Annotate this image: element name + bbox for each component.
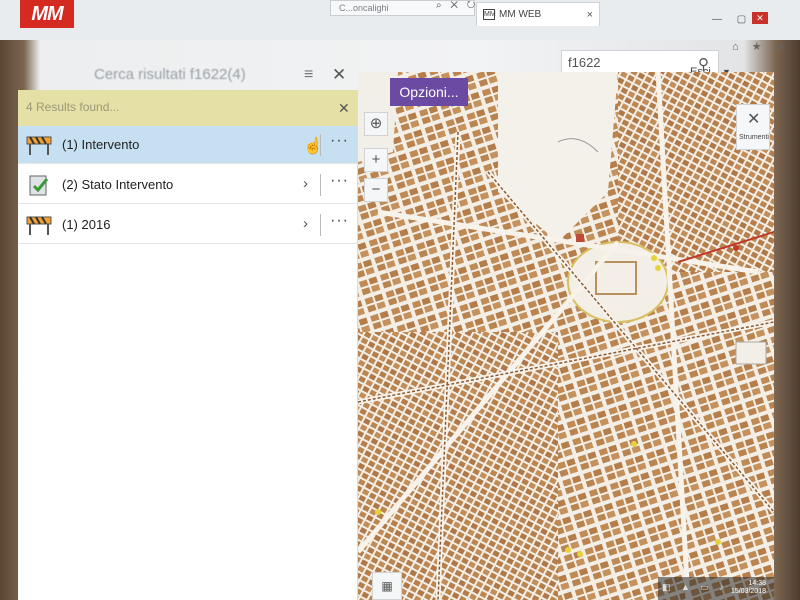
chevron-right-icon[interactable]: › bbox=[303, 175, 308, 192]
zoom-out-button[interactable]: − bbox=[364, 178, 388, 202]
divider bbox=[320, 134, 321, 156]
city-map[interactable] bbox=[358, 72, 774, 600]
window-close-icon[interactable]: ✕ bbox=[752, 12, 768, 24]
result-row-2016[interactable]: (1) 2016 › ··· bbox=[18, 206, 358, 244]
tools-label: Strumenti bbox=[739, 134, 769, 141]
options-button[interactable]: Opzioni... bbox=[390, 78, 468, 106]
locate-icon[interactable]: ⊕ bbox=[364, 112, 388, 136]
clipboard-check-icon bbox=[29, 175, 49, 196]
results-count-bar: 4 Results found... bbox=[18, 90, 358, 126]
refresh-icon[interactable]: ⌕ ✕ ↻ bbox=[436, 0, 478, 11]
divider bbox=[320, 214, 321, 236]
layers-icon[interactable]: ▦ bbox=[372, 572, 402, 600]
chevron-right-icon[interactable]: › bbox=[303, 215, 308, 232]
zoom-in-button[interactable]: + bbox=[364, 148, 388, 172]
taskbar-time: 14:38 bbox=[748, 580, 766, 587]
mm-logo: MM bbox=[20, 0, 74, 28]
windows-taskbar: ◧ ▲ ▭ ♪ 14:38 15/03/2018 bbox=[658, 577, 774, 600]
window-controls[interactable]: — ▢ bbox=[712, 14, 752, 25]
screen: MM C...oncalighi ⌕ ✕ ↻ MM MM WEB × — ▢ ✕… bbox=[0, 0, 800, 600]
result-row-stato-intervento[interactable]: (2) Stato Intervento › ··· bbox=[18, 166, 358, 204]
result-label: (1) Intervento bbox=[62, 137, 140, 152]
result-label: (1) 2016 bbox=[62, 217, 111, 232]
more-options-icon[interactable]: ··· bbox=[330, 132, 349, 150]
result-row-intervento[interactable]: (1) Intervento ☝ ··· bbox=[18, 126, 358, 164]
panel-title: Cerca risultati f1622(4) bbox=[94, 66, 246, 83]
barrier-icon bbox=[26, 216, 52, 235]
close-results-icon[interactable]: ✕ bbox=[338, 100, 350, 117]
more-options-icon[interactable]: ··· bbox=[330, 212, 349, 230]
taskbar-clock[interactable]: 14:38 15/03/2018 bbox=[730, 580, 766, 596]
tab-close-icon[interactable]: × bbox=[587, 3, 593, 27]
barrier-icon bbox=[26, 136, 52, 155]
taskbar-date: 15/03/2018 bbox=[730, 588, 766, 595]
list-menu-icon[interactable]: ≡ bbox=[304, 66, 313, 84]
tray-icons[interactable]: ◧ ▲ ▭ ♪ bbox=[662, 582, 728, 593]
browser-tab[interactable]: MM MM WEB × bbox=[476, 2, 600, 26]
more-options-icon[interactable]: ··· bbox=[330, 172, 349, 190]
results-panel: 4 Results found... ✕ (1) Intervento ☝ ··… bbox=[18, 90, 358, 600]
result-label: (2) Stato Intervento bbox=[62, 177, 174, 192]
map-view[interactable]: Opzioni... ⊕ + − ✕ Strumenti ▦ ◧ ▲ ▭ ♪ 1… bbox=[358, 72, 774, 600]
tab-favicon-icon: MM bbox=[483, 9, 496, 20]
tools-button[interactable]: ✕ Strumenti bbox=[736, 104, 770, 150]
tab-title: MM WEB bbox=[499, 9, 542, 20]
browser-chrome: MM C...oncalighi ⌕ ✕ ↻ MM MM WEB × — ▢ ✕ bbox=[0, 0, 800, 40]
close-panel-icon[interactable]: ✕ bbox=[332, 65, 346, 85]
divider bbox=[320, 174, 321, 196]
tools-icon: ✕ bbox=[747, 111, 761, 128]
